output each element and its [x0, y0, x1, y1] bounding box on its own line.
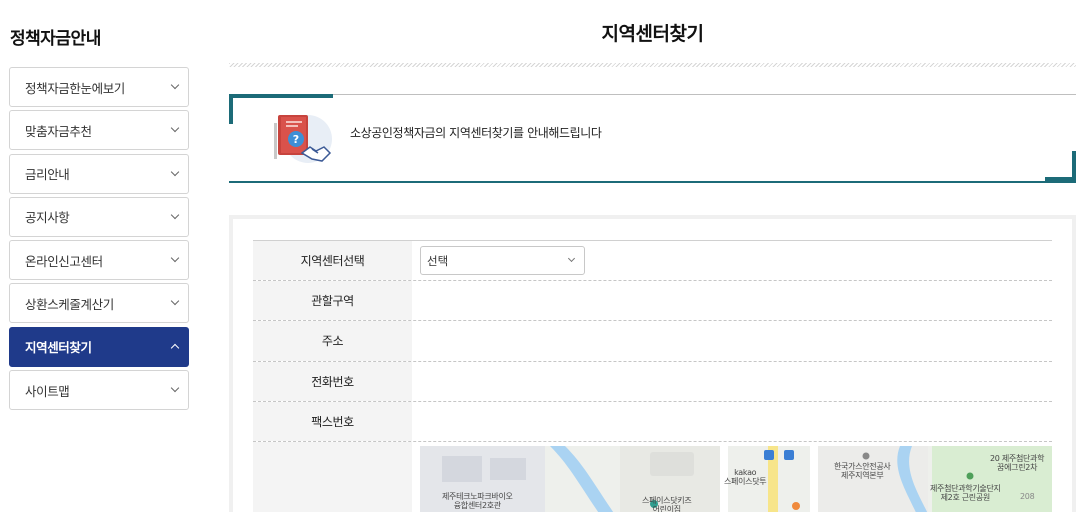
map-label: 한국가스안전공사 제주지역본부	[834, 461, 891, 480]
phone-value	[412, 362, 1052, 401]
center-info-table: 지역센터선택 선택 관할구역 주소 전화번호 팩스번호 제주테크노파크바이오 융…	[253, 240, 1052, 512]
sidebar-item-custom-fund-recommend[interactable]: 맞춤자금추천	[9, 110, 189, 151]
sidebar-item-label: 맞춤자금추천	[25, 123, 92, 139]
map-label: 스페이스닷키즈 어린이집	[642, 495, 692, 512]
table-row: 관할구역	[253, 281, 1052, 322]
chevron-down-icon	[567, 255, 576, 263]
sidebar-title: 정책자금안내	[10, 29, 101, 49]
chevron-down-icon	[170, 124, 180, 133]
fax-label: 팩스번호	[253, 401, 412, 441]
sidebar-item-label: 정책자금한눈에보기	[25, 80, 125, 96]
sidebar-item-label: 상환스케줄계산기	[25, 296, 114, 312]
address-value	[412, 321, 1052, 360]
sidebar-item-label: 사이트맵	[25, 383, 70, 399]
sidebar-item-policy-fund-overview[interactable]: 정책자금한눈에보기	[9, 67, 189, 107]
map-label: 제주첨단과학기술단지 제2호 근린공원	[930, 483, 1001, 502]
center-info-panel: 지역센터선택 선택 관할구역 주소 전화번호 팩스번호 제주테크노파크바이오 융…	[229, 215, 1076, 512]
fax-value	[412, 402, 1052, 441]
divider	[333, 94, 1076, 95]
phone-label: 전화번호	[253, 361, 412, 401]
table-row: 지역센터선택 선택	[253, 241, 1052, 282]
page-title: 지역센터찾기	[601, 23, 704, 45]
chevron-down-icon	[170, 297, 180, 306]
map-view[interactable]: 제주테크노파크바이오 융합센터2호관 kakao 스페이스닷투 스페이스닷키즈 …	[420, 445, 1052, 512]
chevron-down-icon	[170, 383, 180, 393]
district-label: 관할구역	[253, 281, 412, 321]
title-divider	[229, 63, 1076, 67]
table-row: 주소	[253, 321, 1052, 362]
sidebar-item-label: 온라인신고센터	[25, 253, 103, 269]
intro-text: 소상공인정책자금의 지역센터찾기를 안내해드립니다	[350, 126, 602, 140]
chevron-down-icon	[170, 167, 180, 176]
chevron-down-icon	[170, 253, 180, 263]
map-label: 20 제주첨단과학 꿈에그린2차	[990, 453, 1045, 472]
center-select[interactable]: 선택	[420, 246, 585, 276]
map-label: kakao 스페이스닷투	[724, 467, 767, 486]
sidebar-item-label: 공지사항	[25, 210, 70, 226]
center-select-value: 선택	[427, 253, 449, 268]
intro-box: ? 소상공인정책자금의 지역센터찾기를 안내해드립니다	[229, 94, 1076, 183]
address-label: 주소	[253, 321, 412, 361]
chevron-down-icon	[170, 80, 180, 90]
sidebar-item-online-report[interactable]: 온라인신고센터	[9, 240, 189, 281]
table-row: 전화번호	[253, 361, 1052, 402]
corner-accent	[229, 94, 233, 124]
map-label: 제주테크노파크바이오 융합센터2호관	[442, 491, 513, 510]
chevron-up-icon	[170, 344, 180, 353]
book-handshake-icon: ?	[274, 115, 332, 163]
district-value	[412, 281, 1052, 320]
map-label: 208	[1020, 491, 1035, 501]
map-row: 제주테크노파크바이오 융합센터2호관 kakao 스페이스닷투 스페이스닷키즈 …	[253, 441, 1052, 512]
sidebar-menu: 정책자금한눈에보기 맞춤자금추천 금리안내 공지사항 온라인신고센터 상환스케줄…	[9, 67, 189, 413]
sidebar-item-label: 금리안내	[25, 167, 70, 183]
sidebar-item-find-regional-center[interactable]: 지역센터찾기	[9, 326, 189, 367]
corner-accent	[1072, 151, 1076, 181]
center-select-label: 지역센터선택	[253, 241, 412, 281]
chevron-down-icon	[170, 210, 180, 220]
svg-text:?: ?	[293, 133, 299, 146]
sidebar-item-notices[interactable]: 공지사항	[9, 196, 189, 237]
corner-accent	[229, 94, 333, 98]
sidebar-item-sitemap[interactable]: 사이트맵	[9, 370, 189, 411]
sidebar-item-repayment-calculator[interactable]: 상환스케줄계산기	[9, 283, 189, 324]
sidebar-item-interest-rate[interactable]: 금리안내	[9, 153, 189, 194]
table-row: 팩스번호	[253, 401, 1052, 442]
sidebar-item-label: 지역센터찾기	[25, 340, 92, 356]
